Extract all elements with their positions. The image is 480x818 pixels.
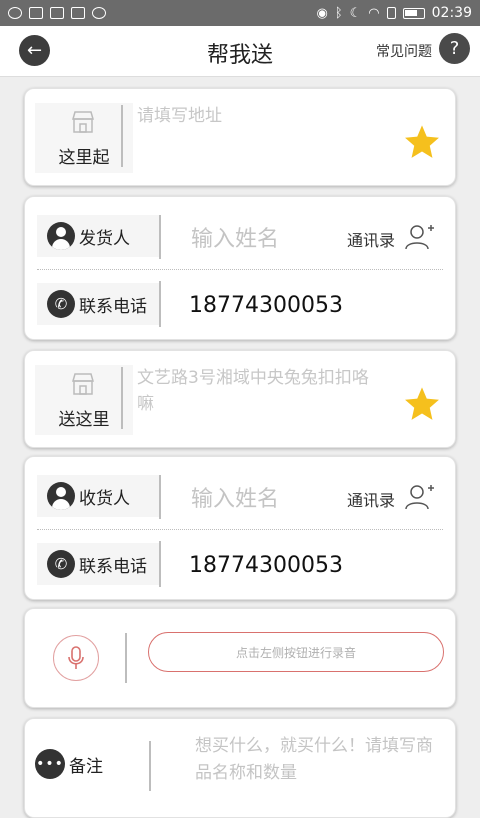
sender-contacts-link[interactable]: 通讯录 bbox=[347, 227, 395, 251]
divider bbox=[159, 475, 161, 519]
store-icon bbox=[72, 373, 94, 395]
divider bbox=[149, 741, 151, 791]
note-card: ••• 备注 想买什么，就买什么！请填写商品名称和数量 bbox=[24, 718, 456, 818]
moon-icon: ☾ bbox=[349, 5, 362, 21]
more-dots-icon: ••• bbox=[35, 749, 65, 779]
status-right-icons: ◉ ᛒ ☾ ◠ 02:39 bbox=[316, 5, 472, 21]
favorite-star-icon[interactable] bbox=[403, 385, 441, 423]
dropoff-icon-box: 送这里 bbox=[35, 365, 133, 435]
grid-icon bbox=[50, 7, 64, 19]
sim-icon bbox=[386, 7, 396, 19]
pickup-address-input[interactable]: 请填写地址 bbox=[137, 103, 385, 129]
sender-card: 发货人 输入姓名 通讯录 ✆ 联系电话 18774300053 bbox=[24, 196, 456, 340]
dropoff-label: 送这里 bbox=[58, 410, 110, 430]
sender-phone-input[interactable]: 18774300053 bbox=[189, 293, 343, 318]
status-time: 02:39 bbox=[431, 5, 472, 21]
microphone-icon bbox=[68, 646, 84, 669]
note-label-box: ••• 备注 bbox=[25, 743, 131, 785]
divider bbox=[159, 215, 161, 259]
dropoff-address-input[interactable]: 文艺路3号湘域中央兔兔扣扣咯嘛 bbox=[137, 365, 385, 417]
sender-phone-label-box: ✆ 联系电话 bbox=[37, 283, 161, 325]
receiver-contacts-link[interactable]: 通讯录 bbox=[347, 487, 395, 511]
receiver-name-input[interactable]: 输入姓名 bbox=[191, 481, 279, 513]
person-icon bbox=[47, 482, 75, 510]
mic-button[interactable] bbox=[53, 635, 99, 681]
favorite-star-icon[interactable] bbox=[403, 123, 441, 161]
bluetooth-icon: ᛒ bbox=[334, 5, 343, 21]
receiver-phone-label: 联系电话 bbox=[79, 556, 147, 577]
pickup-address-card[interactable]: 这里起 请填写地址 bbox=[24, 88, 456, 186]
status-left-icons bbox=[8, 7, 106, 19]
note-input[interactable]: 想买什么，就买什么！请填写商品名称和数量 bbox=[195, 733, 443, 787]
sender-label-box: 发货人 bbox=[37, 215, 161, 257]
question-icon: ? bbox=[449, 38, 460, 59]
sender-name-input[interactable]: 输入姓名 bbox=[191, 221, 279, 253]
more-icon bbox=[92, 7, 106, 19]
pickup-label: 这里起 bbox=[58, 148, 110, 168]
add-contact-icon[interactable] bbox=[403, 221, 437, 251]
receiver-phone-label-box: ✆ 联系电话 bbox=[37, 543, 161, 585]
mail-icon bbox=[71, 7, 85, 19]
store-icon bbox=[72, 111, 94, 133]
status-bar: ◉ ᛒ ☾ ◠ 02:39 bbox=[0, 0, 480, 26]
pickup-icon-box: 这里起 bbox=[35, 103, 133, 173]
help-button[interactable]: ? bbox=[439, 33, 470, 64]
chat-icon bbox=[8, 7, 22, 19]
row-divider bbox=[37, 529, 443, 530]
divider bbox=[125, 633, 127, 683]
faq-link[interactable]: 常见问题 bbox=[376, 41, 432, 61]
divider bbox=[159, 281, 161, 327]
image-icon bbox=[29, 7, 43, 19]
location-icon: ◉ bbox=[316, 5, 328, 21]
record-hint-button[interactable]: 点击左侧按钮进行录音 bbox=[148, 632, 444, 672]
divider bbox=[121, 105, 123, 167]
phone-icon: ✆ bbox=[47, 290, 75, 318]
battery-icon bbox=[402, 7, 425, 19]
receiver-label-box: 收货人 bbox=[37, 475, 161, 517]
receiver-phone-input[interactable]: 18774300053 bbox=[189, 553, 343, 578]
person-icon bbox=[47, 222, 75, 250]
receiver-card: 收货人 输入姓名 通讯录 ✆ 联系电话 18774300053 bbox=[24, 456, 456, 600]
sender-phone-label: 联系电话 bbox=[79, 296, 147, 317]
sender-label: 发货人 bbox=[79, 228, 130, 249]
voice-record-card: 点击左侧按钮进行录音 bbox=[24, 608, 456, 708]
divider bbox=[121, 367, 123, 429]
receiver-label: 收货人 bbox=[79, 488, 130, 509]
phone-icon: ✆ bbox=[47, 550, 75, 578]
wifi-icon: ◠ bbox=[368, 5, 380, 21]
add-contact-icon[interactable] bbox=[403, 481, 437, 511]
dropoff-address-card[interactable]: 送这里 文艺路3号湘域中央兔兔扣扣咯嘛 bbox=[24, 350, 456, 448]
row-divider bbox=[37, 269, 443, 270]
note-label: 备注 bbox=[69, 756, 103, 777]
header: ← 帮我送 常见问题 ? bbox=[0, 26, 480, 77]
divider bbox=[159, 541, 161, 587]
